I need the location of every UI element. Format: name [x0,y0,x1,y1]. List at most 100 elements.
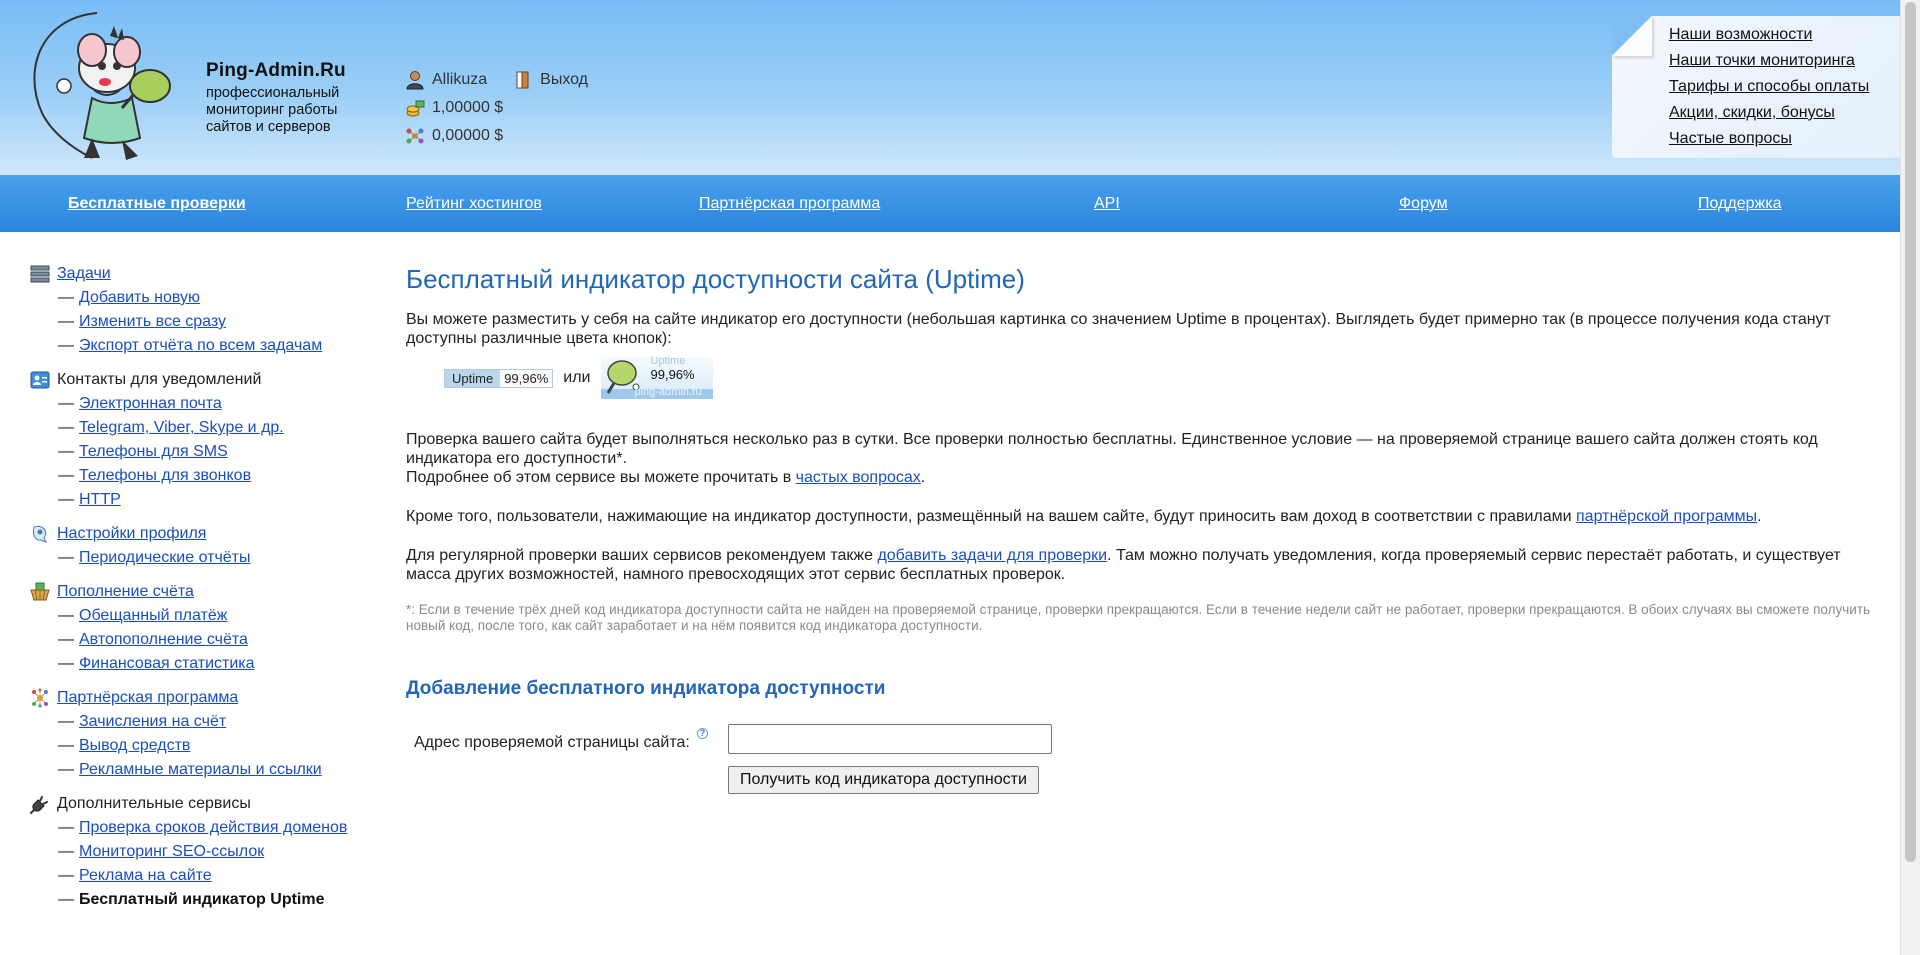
sidebar-item-withdraw[interactable]: Вывод средств [79,737,190,754]
sidebar-item-http[interactable]: HTTP [79,491,121,508]
sidebar-subitem: — Периодические отчёты [30,546,380,570]
sidebar-subitem: — Экспорт отчёта по всем задачам [30,334,380,358]
nav-free-checks[interactable]: Бесплатные проверки [68,175,246,232]
sidebar-group-partner: Партнёрская программа — Зачисления на счё… [30,686,380,782]
sidebar-subitem: — HTTP [30,488,380,512]
text: Подробнее об этом сервисе вы можете проч… [406,469,796,486]
url-input[interactable] [728,724,1052,754]
brand-block: Ping-Admin.Ru профессиональный мониторин… [206,60,346,136]
paragraph-conditions: Проверка вашего сайта будет выполняться … [406,431,1818,467]
brand-name[interactable]: Ping-Admin.Ru [206,60,346,82]
sidebar-item-ad-materials[interactable]: Рекламные материалы и ссылки [79,761,322,778]
help-question-icon[interactable]: ? [697,728,708,739]
nav-api[interactable]: API [1094,175,1120,232]
nav-support[interactable]: Поддержка [1698,175,1781,232]
door-exit-icon [516,71,529,89]
sidebar-item-messengers[interactable]: Telegram, Viber, Skype и др. [79,419,284,436]
info-link-item: Тарифы и способы оплаты [1669,74,1900,100]
bonus-balance-icon [406,128,424,144]
sidebar-item-profile-settings[interactable]: Настройки профиля [57,525,206,543]
sidebar-item-topup[interactable]: Пополнение счёта [57,583,194,601]
sidebar-item-partner-program[interactable]: Партнёрская программа [57,689,238,707]
dash: — [58,491,74,508]
vertical-scrollbar[interactable] [1900,0,1920,955]
sidebar-item-free-uptime-current: Бесплатный индикатор Uptime [79,891,325,908]
sidebar-item-add-new[interactable]: Добавить новую [79,289,200,306]
sidebar-group-topup: Пополнение счёта — Обещанный платёж — Авто… [30,580,380,676]
sidebar-item-site-ads[interactable]: Реклама на сайте [79,867,212,884]
dash: — [58,631,74,648]
page-title: Бесплатный индикатор доступности сайта (… [406,264,1025,294]
username[interactable]: Allikuza [432,71,487,89]
balance-main[interactable]: 1,00000 $ [432,99,503,117]
dash: — [58,313,74,330]
uptime-badge-simple: Uptime 99,96% [444,368,554,388]
sidebar-item-financial-stats[interactable]: Финансовая статистика [79,655,255,672]
info-link-promotions[interactable]: Акции, скидки, бонусы [1669,104,1835,121]
info-link-faq[interactable]: Частые вопросы [1669,130,1792,147]
dash: — [58,419,74,436]
nav-partner-program[interactable]: Партнёрская программа [699,175,880,232]
text: . [1757,508,1762,525]
sidebar-group-header: Задачи [30,262,380,286]
sidebar-group-header: Дополнительные сервисы [30,792,380,816]
dash: — [58,867,74,884]
sidebar-group-header: Контакты для уведомлений [30,368,380,392]
mascot-logo-icon[interactable] [22,8,182,178]
paragraph-recommendation: Для регулярной проверки ваших сервисов р… [406,546,1876,584]
brand-tagline-line: мониторинг работы [206,102,338,118]
info-link-monitoring-points[interactable]: Наши точки мониторинга [1669,52,1855,69]
text: . [920,469,926,486]
sidebar-group-title-extra-services: Дополнительные сервисы [57,795,251,812]
nav-forum[interactable]: Форум [1399,175,1448,232]
sidebar-item-periodic-reports[interactable]: Периодические отчёты [79,549,251,566]
info-link-tariffs[interactable]: Тарифы и способы оплаты [1669,78,1869,95]
sidebar-item-autotopup[interactable]: Автопополнение счёта [79,631,248,648]
sidebar-group-tasks: Задачи — Добавить новую — Изменить все сра… [30,262,380,358]
sidebar: Задачи — Добавить новую — Изменить все сра… [30,262,380,922]
logout-link[interactable]: Выход [513,70,588,90]
site-header: Ping-Admin.Ru профессиональный мониторин… [0,0,1900,175]
dash: — [58,443,74,460]
info-link-features[interactable]: Наши возможности [1669,26,1812,43]
sidebar-item-seo-links[interactable]: Мониторинг SEO-ссылок [79,843,264,860]
paragraph-partner-income: Кроме того, пользователи, нажимающие на … [406,507,1876,526]
scrollbar-thumb[interactable] [1905,2,1916,862]
sidebar-item-call-phones[interactable]: Телефоны для звонков [79,467,251,484]
partner-program-link[interactable]: партнёрской программы [1576,508,1757,525]
account-panel: Allikuza Выход 1,00000 $ 0,00000 $ [405,66,588,150]
uptime-badge-logo: Uptime 99,96% ping-admin.ru [600,355,713,399]
balance-bonus[interactable]: 0,00000 $ [432,127,503,145]
plug-icon [30,796,48,814]
sidebar-item-tasks[interactable]: Задачи [57,265,111,283]
badge-label: Uptime [445,369,501,387]
main-nav: Бесплатные проверки Рейтинг хостингов Па… [0,175,1900,232]
main-content: Бесплатный индикатор доступности сайта (… [406,262,1876,824]
get-indicator-code-button[interactable]: Получить код индикатора доступности [728,766,1039,794]
sidebar-item-sms-phones[interactable]: Телефоны для SMS [79,443,228,460]
info-links-list: Наши возможности Наши точки мониторинга … [1612,16,1900,152]
sidebar-item-account-credits[interactable]: Зачисления на счёт [79,713,226,730]
badge-label: Uptime [650,355,686,367]
sidebar-item-email[interactable]: Электронная почта [79,395,222,412]
sidebar-item-domain-expiry[interactable]: Проверка сроков действия доменов [79,819,347,836]
badge-value: 99,96% [650,367,695,382]
info-link-item: Акции, скидки, бонусы [1669,100,1900,126]
sidebar-item-export-report[interactable]: Экспорт отчёта по всем задачам [79,337,322,354]
info-link-item: Наши возможности [1669,22,1900,48]
faq-link[interactable]: частых вопросах [796,469,921,486]
dash: — [58,549,74,566]
form-section-title: Добавление бесплатного индикатора доступ… [406,678,886,699]
sidebar-group-header: Пополнение счёта [30,580,380,604]
profile-settings-icon [33,525,48,543]
text: Для регулярной проверки ваших сервисов р… [406,547,878,564]
dash: — [58,891,74,908]
sidebar-subitem: — Электронная почта [30,392,380,416]
nav-hosting-rating[interactable]: Рейтинг хостингов [406,175,542,232]
add-tasks-link[interactable]: добавить задачи для проверки [877,547,1107,564]
sidebar-subitem: — Зачисления на счёт [30,710,380,734]
sidebar-item-edit-all[interactable]: Изменить все сразу [79,313,226,330]
sidebar-item-promised-payment[interactable]: Обещанный платёж [79,607,227,624]
badge-site: ping-admin.ru [634,386,702,398]
